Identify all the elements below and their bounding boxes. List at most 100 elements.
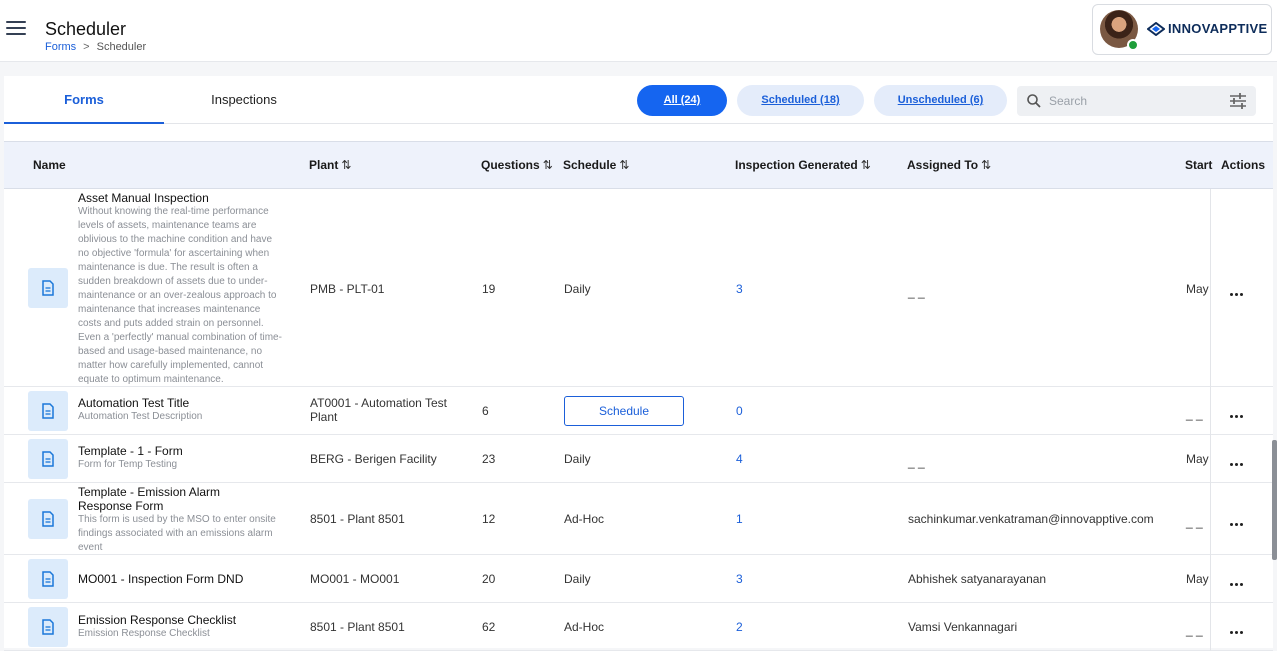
column-header-start[interactable]: Start (1185, 142, 1212, 188)
sort-icon[interactable]: ⇅ (543, 158, 553, 172)
description-line: sudden breakdown of assets due to under- (78, 276, 268, 287)
tab-bar: Forms Inspections All (24) Scheduled (18… (4, 76, 1273, 124)
filter-all-label: All (24) (663, 94, 701, 106)
column-header-name[interactable]: Name (33, 142, 66, 188)
more-actions-icon[interactable] (1229, 621, 1253, 634)
table-row[interactable]: Template - Emission Alarm Response Form … (4, 483, 1273, 555)
search-input[interactable] (1049, 86, 1219, 116)
schedule-button[interactable]: Schedule (564, 396, 684, 426)
schedule-cell: Daily (564, 452, 591, 466)
inspection-generated-link[interactable]: 2 (736, 620, 743, 634)
filter-all-pill[interactable]: All (24) (637, 85, 727, 116)
scrollbar[interactable] (1272, 440, 1277, 560)
filter-sliders-icon[interactable] (1228, 91, 1248, 111)
form-title: Automation Test Title (78, 396, 190, 410)
more-actions-icon[interactable] (1229, 573, 1253, 586)
form-title: MO001 - Inspection Form DND (78, 572, 244, 586)
breadcrumb-link-forms[interactable]: Forms (45, 41, 76, 53)
assigned-to-cell: sachinkumar.venkatraman@innovapptive.com (908, 512, 1154, 526)
document-icon (42, 511, 54, 527)
description-line: Even a 'perfectly' manual combination of… (78, 332, 282, 343)
sort-icon[interactable]: ⇅ (341, 158, 351, 172)
plant-cell: MO001 - MO001 (310, 572, 400, 586)
form-title: Emission Response Checklist (78, 613, 237, 627)
form-description: Automation Test Description (78, 411, 203, 422)
start-cell: May (1186, 452, 1209, 466)
column-header-plant[interactable]: Plant ⇅ (309, 142, 351, 188)
description-line: maintenance that increases maintenance (78, 304, 261, 315)
inspection-generated-link[interactable]: 4 (736, 452, 743, 466)
questions-cell: 6 (482, 404, 489, 418)
description-line: oblivious to the machine condition and h… (78, 234, 273, 245)
table-row[interactable]: Emission Response Checklist Emission Res… (4, 603, 1273, 651)
form-title: Asset Manual Inspection (78, 191, 209, 205)
plant-cell: 8501 - Plant 8501 (310, 620, 405, 634)
form-icon (28, 391, 68, 431)
more-actions-icon[interactable] (1229, 283, 1253, 296)
document-icon (42, 280, 54, 296)
search-icon (1027, 94, 1041, 108)
sort-icon[interactable]: ⇅ (861, 158, 871, 172)
top-bar: Scheduler Forms > Scheduler INNOVAPPTIVE (0, 0, 1277, 62)
form-icon (28, 439, 68, 479)
assigned-to-cell: _ _ (908, 285, 925, 299)
innovapptive-logo-icon (1147, 21, 1165, 36)
title-line: Response Form (78, 499, 164, 513)
description-line: findings associated with an emissions al… (78, 528, 273, 539)
inspection-generated-link[interactable]: 1 (736, 512, 743, 526)
sort-icon[interactable]: ⇅ (619, 158, 629, 172)
schedule-cell: Ad-Hoc (564, 620, 605, 634)
title-line: Template - Emission Alarm (78, 485, 221, 499)
column-header-inspection-generated[interactable]: Inspection Generated ⇅ (735, 142, 871, 188)
plant-cell: AT0001 - Automation Test Plant (310, 396, 447, 424)
table-row[interactable]: Asset Manual Inspection Without knowing … (4, 189, 1273, 387)
assigned-to-cell: Vamsi Venkannagari (908, 620, 1018, 634)
tab-inspections[interactable]: Inspections (164, 76, 324, 124)
inspection-generated-link[interactable]: 3 (736, 282, 743, 296)
start-cell: _ _ (1186, 515, 1203, 529)
description-line: matter how carefully implemented, cannot (78, 360, 264, 371)
more-actions-icon[interactable] (1229, 453, 1253, 466)
hamburger-menu-icon[interactable] (6, 21, 26, 37)
column-label: Actions (1221, 158, 1266, 172)
table-row[interactable]: MO001 - Inspection Form DND MO001 - MO00… (4, 555, 1273, 603)
description-line: event (78, 542, 103, 553)
table-row[interactable]: Automation Test Title Automation Test De… (4, 387, 1273, 435)
column-label: Questions (481, 158, 540, 172)
table-row[interactable]: Template - 1 - Form Form for Temp Testin… (4, 435, 1273, 483)
description-line: costs and puts added strain on personnel… (78, 318, 264, 329)
more-actions-icon[interactable] (1229, 405, 1253, 418)
schedule-cell: Daily (564, 282, 591, 296)
start-cell: May (1186, 572, 1209, 586)
questions-cell: 19 (482, 282, 496, 296)
column-label: Schedule (563, 158, 617, 172)
breadcrumb-separator: > (83, 41, 90, 53)
plant-cell: BERG - Berigen Facility (310, 452, 437, 466)
questions-cell: 23 (482, 452, 496, 466)
more-actions-icon[interactable] (1229, 513, 1253, 526)
filter-unscheduled-pill[interactable]: Unscheduled (6) (874, 85, 1007, 116)
sort-icon[interactable]: ⇅ (981, 158, 991, 172)
schedule-cell: Daily (564, 572, 591, 586)
document-icon (42, 403, 54, 419)
description-line: maintenance or an over-zealous approach … (78, 290, 277, 301)
description-line: no objective 'formula' for ascertaining … (78, 248, 270, 259)
form-icon (28, 268, 68, 308)
schedule-cell: Ad-Hoc (564, 512, 605, 526)
tab-forms[interactable]: Forms (4, 76, 164, 124)
inspection-generated-link[interactable]: 3 (736, 572, 743, 586)
column-label: Plant (309, 158, 339, 172)
description-line: This form is used by the MSO to enter on… (78, 514, 276, 525)
column-header-questions[interactable]: Questions ⇅ (481, 142, 553, 188)
column-header-schedule[interactable]: Schedule ⇅ (563, 142, 629, 188)
filter-scheduled-pill[interactable]: Scheduled (18) (737, 85, 864, 116)
plant-cell: PMB - PLT-01 (310, 282, 385, 296)
column-header-assigned-to[interactable]: Assigned To ⇅ (907, 142, 991, 188)
description-line: maintenance is due. The result is often … (78, 262, 258, 273)
table-header: Name Plant ⇅ Questions ⇅ Schedule ⇅ Inspect… (4, 141, 1273, 189)
form-description: Form for Temp Testing (78, 459, 178, 470)
description-line: equate to optimum maintenance. (78, 374, 224, 385)
form-icon (28, 499, 68, 539)
inspection-generated-link[interactable]: 0 (736, 404, 743, 418)
start-cell: May (1186, 282, 1209, 296)
